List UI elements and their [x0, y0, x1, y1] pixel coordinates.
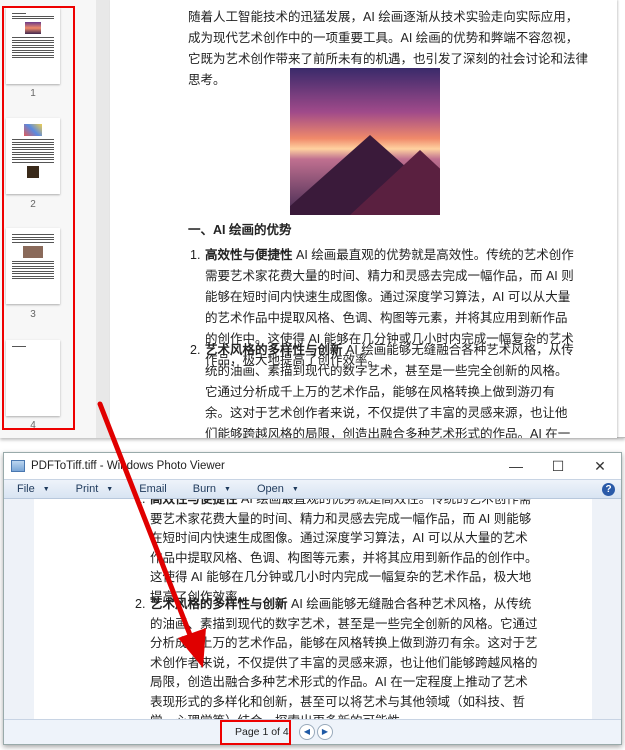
maximize-button[interactable]: ☐	[537, 458, 579, 475]
annotation-highlight-box	[220, 720, 291, 745]
section-heading: 一、AI 绘画的优势	[188, 223, 292, 237]
print-menu[interactable]: Print ▼	[76, 483, 114, 495]
previous-page-button[interactable]: ◀	[299, 724, 315, 740]
dropdown-arrow-icon: ▼	[106, 485, 114, 493]
item-title: 艺术风格的多样性与创新	[205, 343, 343, 357]
artwork-image	[290, 68, 440, 215]
toolbar: File ▼ Print ▼ Email Burn ▼ Open ▼ ?	[4, 479, 621, 499]
pdf-viewer: 1 2 3 4 随着人工智能技术的迅猛发展，AI 绘画逐渐从技术实验走向实际应用…	[0, 0, 625, 438]
close-button[interactable]: ✕	[579, 458, 621, 475]
email-button[interactable]: Email	[139, 483, 167, 495]
dropdown-arrow-icon: ▼	[224, 485, 231, 493]
panel-splitter[interactable]	[96, 0, 202, 438]
thumbnail-panel: 1 2 3 4	[0, 0, 96, 438]
list-number: 1.	[190, 248, 201, 262]
item-text: AI 绘画能够无缝融合各种艺术风格，从传统的油画、素描到现代的数字艺术，甚至是一…	[150, 597, 538, 719]
list-item: 2. 艺术风格的多样性与创新 AI 绘画能够无缝融合各种艺术风格，从传统的油画、素…	[135, 595, 540, 719]
status-bar: Page 1 of 4 ◀ ▶	[4, 719, 621, 745]
menu-label: Print	[75, 483, 99, 495]
minimize-button[interactable]: —	[495, 458, 537, 475]
next-page-button[interactable]: ▶	[317, 724, 333, 740]
annotation-highlight-box	[2, 6, 75, 430]
item-text: AI 绘画最直观的优势就是高效性。传统的艺术创作需要艺术家花费大量的时间、精力和…	[150, 499, 538, 604]
item-title: 高效性与便捷性	[150, 499, 238, 506]
list-item: 1. 高效性与便捷性 AI 绘画最直观的优势就是高效性。传统的艺术创作需要艺术家花…	[135, 499, 540, 607]
photo-viewer-app-icon	[11, 460, 25, 472]
item-title: 艺术风格的多样性与创新	[150, 597, 288, 611]
menu-label: Email	[139, 483, 167, 495]
photo-viewer-window: PDFToTiff.tiff - Windows Photo Viewer — …	[3, 452, 622, 745]
pdf-page: 随着人工智能技术的迅猛发展，AI 绘画逐渐从技术实验走向实际应用，成为现代艺术创…	[110, 0, 617, 438]
list-number: 1.	[135, 499, 146, 506]
file-menu[interactable]: File ▼	[17, 483, 50, 495]
tiff-page: 1. 高效性与便捷性 AI 绘画最直观的优势就是高效性。传统的艺术创作需要艺术家花…	[34, 499, 592, 719]
open-menu[interactable]: Open ▼	[257, 483, 299, 495]
menu-label: File	[17, 483, 35, 495]
title-bar: PDFToTiff.tiff - Windows Photo Viewer — …	[4, 453, 621, 479]
dropdown-arrow-icon: ▼	[291, 485, 299, 493]
help-icon[interactable]: ?	[602, 482, 615, 496]
list-item: 2. 艺术风格的多样性与创新 AI 绘画能够无缝融合各种艺术风格，从传统的油画、素…	[190, 340, 575, 438]
window-title: PDFToTiff.tiff - Windows Photo Viewer	[31, 460, 225, 472]
menu-label: Burn	[192, 483, 216, 495]
dropdown-arrow-icon: ▼	[42, 485, 50, 493]
menu-label: Open	[256, 483, 284, 495]
image-view: 1. 高效性与便捷性 AI 绘画最直观的优势就是高效性。传统的艺术创作需要艺术家花…	[4, 499, 621, 719]
list-number: 2.	[190, 343, 201, 357]
item-text: AI 绘画能够无缝融合各种艺术风格，从传统的油画、素描到现代的数字艺术，甚至是一…	[205, 343, 574, 438]
item-title: 高效性与便捷性	[205, 248, 293, 262]
burn-menu[interactable]: Burn ▼	[193, 483, 231, 495]
list-number: 2.	[135, 597, 146, 611]
